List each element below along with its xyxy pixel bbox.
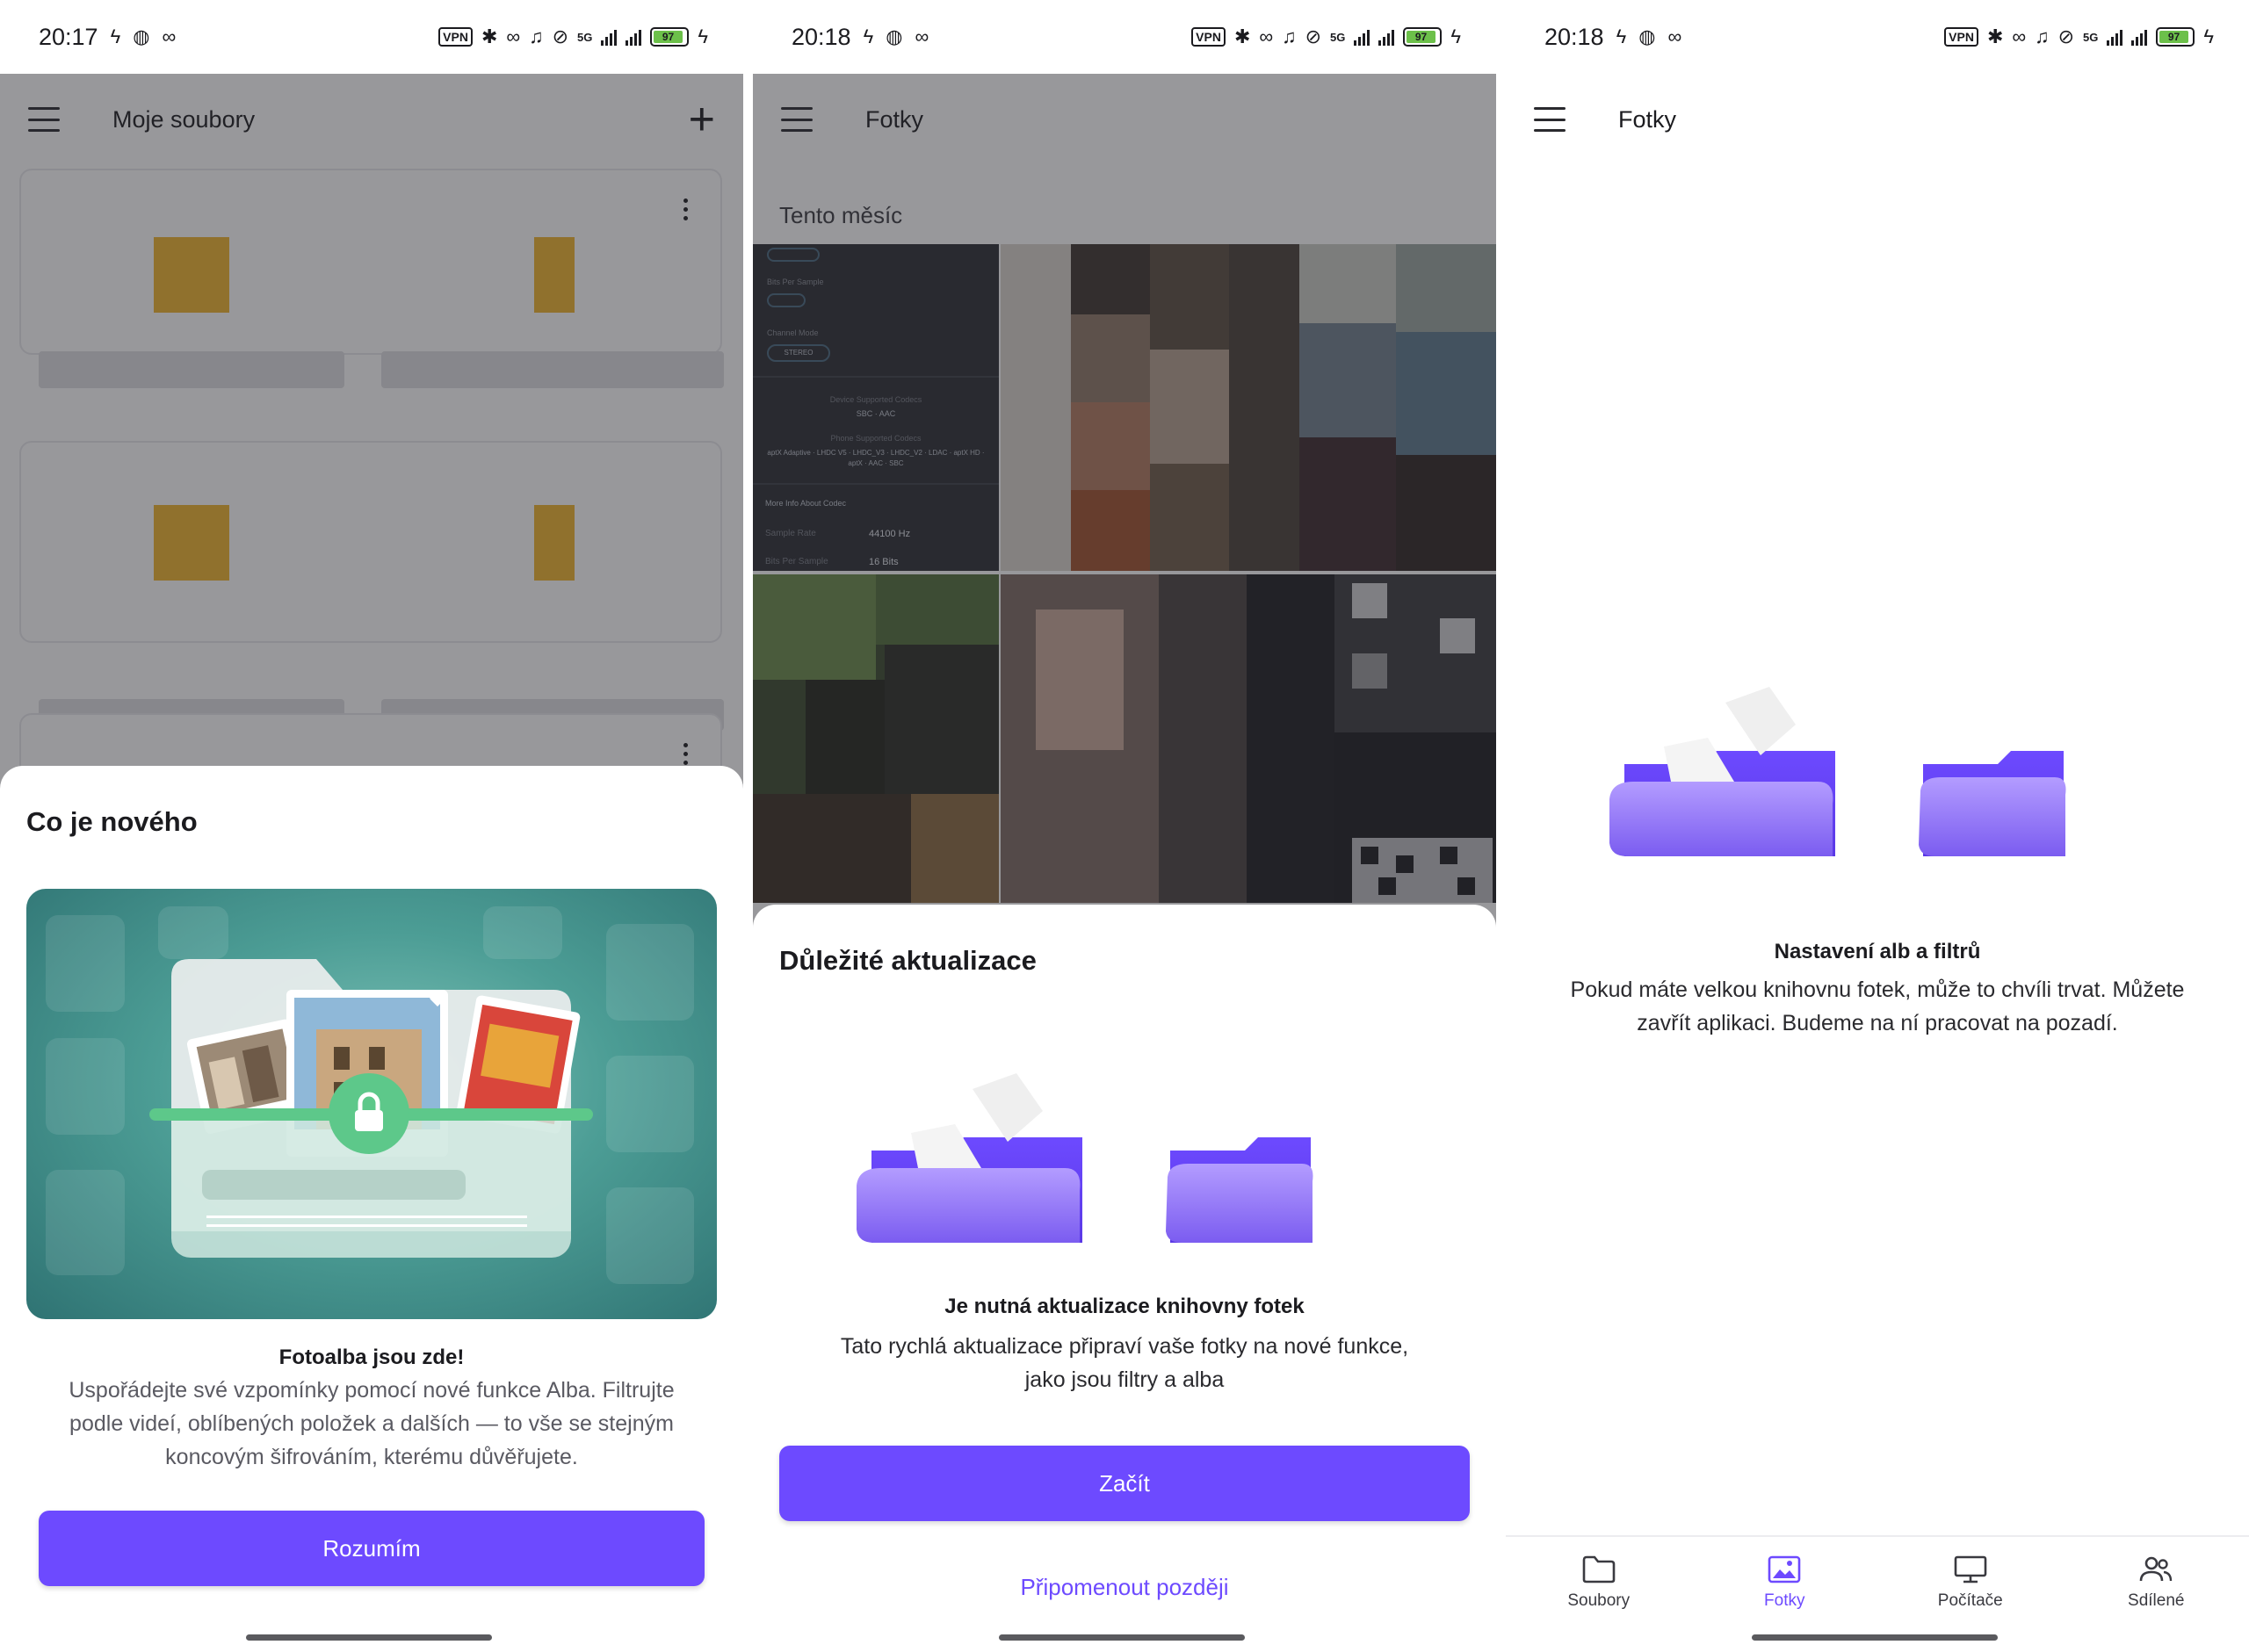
charging-icon: ϟ xyxy=(110,25,121,47)
folders-illustration xyxy=(1609,687,2066,856)
got-it-button[interactable]: Rozumím xyxy=(39,1511,705,1586)
phone-screen-photos-update: 20:18 ϟ ◍ ∞ VPN ✱ ∞ ♫ ⊘ 5G 97 ϟ Fotky Te… xyxy=(753,0,1496,1652)
app-notification-icon: ◍ xyxy=(133,25,150,47)
phone-screen-my-files: 20:17 ϟ ◍ ∞ VPN ✱ ∞ ♫ ⊘ 5G 97 ϟ Moje sou… xyxy=(0,0,743,1652)
menu-icon[interactable] xyxy=(1534,107,1566,132)
folder-icon xyxy=(1919,751,2066,856)
divider xyxy=(743,0,753,1652)
earbuds-icon: ♫ xyxy=(1282,25,1297,47)
charging-icon: ϟ xyxy=(2203,25,2214,47)
app-notification-icon: ◍ xyxy=(1638,25,1656,47)
signal-icon xyxy=(626,28,642,46)
phone-screen-photos-setup: 20:18 ϟ ◍ ∞ VPN ✱ ∞ ♫ ⊘ 5G 97 ϟ Fotky Na… xyxy=(1506,0,2249,1652)
status-time: 20:18 xyxy=(792,23,851,50)
signal-icon xyxy=(1354,28,1370,46)
signal-icon xyxy=(1378,28,1395,46)
monitor-icon xyxy=(1954,1555,1987,1583)
setup-description: Pokud máte velkou knihovnu fotek, může t… xyxy=(1570,977,2185,1035)
network-type-label: 5G xyxy=(577,30,593,44)
app-notification-icon: ◍ xyxy=(886,25,903,47)
setup-headline: Nastavení alb a filtrů xyxy=(1774,940,1981,963)
battery-icon: 97 xyxy=(1403,27,1443,47)
status-bar: 20:18 ϟ ◍ ∞ VPN ✱ ∞ ♫ ⊘ 5G 97 ϟ xyxy=(753,0,1496,74)
link-icon: ∞ xyxy=(915,25,929,47)
nav-item-shared[interactable]: Sdílené xyxy=(2064,1537,2249,1652)
link-icon: ∞ xyxy=(1259,25,1274,47)
signal-icon xyxy=(2131,28,2148,46)
sheet-headline: Fotoalba jsou zde! xyxy=(278,1345,465,1369)
folder-icon xyxy=(1166,1137,1313,1243)
status-time: 20:17 xyxy=(39,23,98,50)
mute-icon: ⊘ xyxy=(552,25,568,47)
divider xyxy=(1496,0,1506,1652)
link-icon: ∞ xyxy=(506,25,521,47)
photo-icon xyxy=(1768,1555,1801,1583)
people-icon xyxy=(2139,1556,2173,1582)
home-indicator[interactable] xyxy=(246,1634,492,1641)
nav-item-files[interactable]: Soubory xyxy=(1506,1537,1692,1652)
network-type-label: 5G xyxy=(1330,30,1346,44)
sheet-headline: Je nutná aktualizace knihovny fotek xyxy=(944,1295,1305,1318)
link-icon: ∞ xyxy=(2012,25,2027,47)
signal-icon xyxy=(601,28,618,46)
mute-icon: ⊘ xyxy=(1305,25,1321,47)
network-type-label: 5G xyxy=(2083,30,2099,44)
battery-icon: 97 xyxy=(2156,27,2195,47)
vpn-icon: VPN xyxy=(1944,27,1978,47)
charging-icon: ϟ xyxy=(1616,25,1627,47)
charging-icon: ϟ xyxy=(863,25,874,47)
sheet-description: Tato rychlá aktualizace připraví vaše fo… xyxy=(840,1334,1409,1392)
sheet-title: Důležité aktualizace xyxy=(779,945,1037,976)
status-time: 20:18 xyxy=(1544,23,1604,50)
app-bar: Fotky xyxy=(1506,74,2249,165)
mute-icon: ⊘ xyxy=(2057,25,2074,47)
albums-illustration xyxy=(26,889,717,1319)
folder-icon xyxy=(1582,1555,1616,1583)
signal-icon xyxy=(2107,28,2123,46)
sheet-title: Co je nového xyxy=(26,806,198,837)
bluetooth-icon: ✱ xyxy=(1986,25,2004,47)
folder-with-paper-icon xyxy=(857,1073,1082,1243)
page-title: Fotky xyxy=(1618,105,1677,133)
remind-later-button[interactable]: Připomenout později xyxy=(753,1574,1496,1601)
home-indicator[interactable] xyxy=(999,1634,1245,1641)
battery-icon: 97 xyxy=(650,27,690,47)
folders-illustration xyxy=(857,1073,1313,1243)
sheet-description: Uspořádejte své vzpomínky pomocí nové fu… xyxy=(69,1378,675,1469)
vpn-icon: VPN xyxy=(438,27,473,47)
start-button[interactable]: Začít xyxy=(779,1446,1470,1521)
charging-icon: ϟ xyxy=(698,25,708,47)
charging-icon: ϟ xyxy=(1450,25,1461,47)
status-bar: 20:17 ϟ ◍ ∞ VPN ✱ ∞ ♫ ⊘ 5G 97 ϟ xyxy=(0,0,743,74)
folder-with-paper-icon xyxy=(1609,687,1835,856)
bluetooth-icon: ✱ xyxy=(1233,25,1251,47)
earbuds-icon: ♫ xyxy=(2035,25,2050,47)
status-bar: 20:18 ϟ ◍ ∞ VPN ✱ ∞ ♫ ⊘ 5G 97 ϟ xyxy=(1506,0,2249,74)
link-icon: ∞ xyxy=(1667,25,1682,47)
vpn-icon: VPN xyxy=(1191,27,1226,47)
earbuds-icon: ♫ xyxy=(529,25,544,47)
link-icon: ∞ xyxy=(162,25,177,47)
bluetooth-icon: ✱ xyxy=(481,25,498,47)
home-indicator[interactable] xyxy=(1752,1634,1998,1641)
